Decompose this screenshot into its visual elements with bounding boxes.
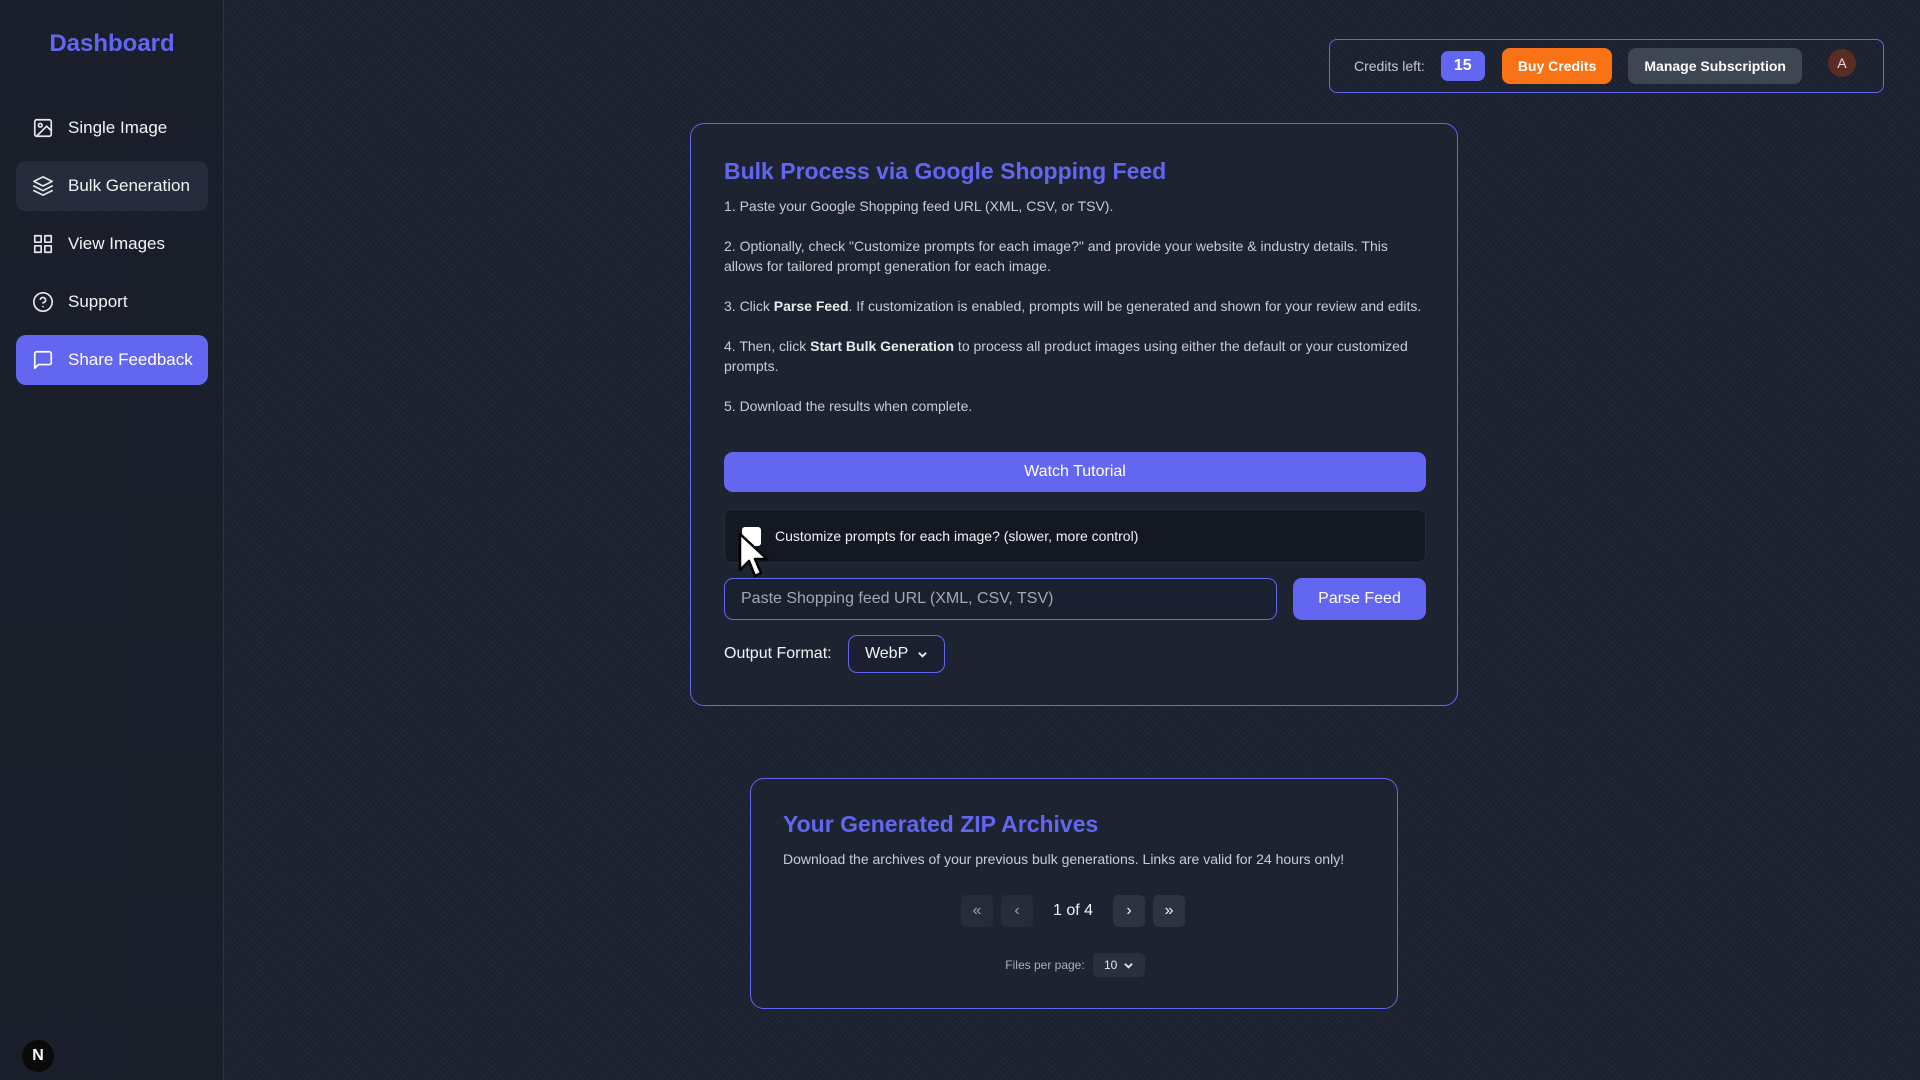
page-indicator: 1 of 4 [1053,902,1094,919]
sidebar-item-label: Share Feedback [68,350,193,369]
sidebar-item-label: Bulk Generation [68,176,190,195]
instruction-step: 5. Download the results when complete. [724,398,973,414]
archives-description: Download the archives of your previous b… [783,851,1345,867]
help-circle-icon [32,291,54,313]
brand-title[interactable]: Dashboard [0,30,224,58]
sidebar-item-bulk-generation[interactable]: Bulk Generation [16,161,208,211]
sidebar-item-label: Support [68,292,128,311]
instruction-step: 3. Click Parse Feed. If customization is… [724,298,1422,314]
image-icon [32,117,54,139]
credits-count-badge: 15 [1440,51,1485,81]
avatar[interactable]: A [1827,49,1856,77]
buy-credits-button[interactable]: Buy Credits [1501,48,1613,84]
sidebar-item-single-image[interactable]: Single Image [16,103,208,153]
last-page-button[interactable]: » [1153,895,1186,927]
archives-title: Your Generated ZIP Archives [783,811,1099,837]
prev-page-button[interactable]: ‹ [1001,895,1033,927]
grid-icon [32,233,54,255]
chevron-down-icon [918,651,927,658]
next-badge[interactable]: N [22,1040,54,1072]
layers-icon [32,175,54,197]
output-format-row: Output Format: WebP [724,635,945,673]
pagination: « ‹ 1 of 4 › » [961,895,1193,927]
sidebar: Dashboard Single Image Bulk Generation V… [0,0,224,1080]
first-page-button[interactable]: « [961,895,993,927]
sidebar-item-label: View Images [68,234,166,253]
files-per-page-row: Files per page: 10 [751,953,1399,977]
sidebar-nav: Single Image Bulk Generation View Images… [16,103,208,393]
files-per-page-label: Files per page: [1005,958,1085,972]
instruction-step: 4. Then, click Start Bulk Generation to … [724,338,1408,374]
bulk-process-card: Bulk Process via Google Shopping Feed 1.… [690,123,1458,706]
feed-url-input[interactable] [724,578,1277,620]
sidebar-item-view-images[interactable]: View Images [16,219,208,269]
instruction-step: 2. Optionally, check "Customize prompts … [724,238,1388,274]
output-format-value: WebP [864,645,909,662]
watch-tutorial-button[interactable]: Watch Tutorial [724,452,1426,492]
customize-prompts-option[interactable]: Customize prompts for each image? (slowe… [724,509,1426,563]
sidebar-item-support[interactable]: Support [16,277,208,327]
page-title: Bulk Process via Google Shopping Feed [724,158,1167,184]
customize-prompts-label[interactable]: Customize prompts for each image? (slowe… [775,528,1138,544]
message-square-icon [32,349,54,371]
output-format-label: Output Format: [724,645,832,662]
credits-label: Credits left: [1354,58,1425,74]
zip-archives-card: Your Generated ZIP Archives Download the… [750,778,1398,1009]
parse-feed-button[interactable]: Parse Feed [1293,578,1426,620]
sidebar-item-label: Single Image [68,118,168,137]
sidebar-item-share-feedback[interactable]: Share Feedback [16,335,208,385]
mouse-cursor-icon [738,532,769,578]
output-format-select[interactable]: WebP [847,635,945,673]
instruction-step: 1. Paste your Google Shopping feed URL (… [724,198,1114,214]
manage-subscription-button[interactable]: Manage Subscription [1628,48,1802,84]
chevron-down-icon [1124,962,1134,969]
files-per-page-value: 10 [1104,958,1118,972]
next-page-button[interactable]: › [1113,895,1146,927]
files-per-page-select[interactable]: 10 [1092,953,1145,977]
account-bar: Credits left: 15 Buy Credits Manage Subs… [1329,39,1884,93]
